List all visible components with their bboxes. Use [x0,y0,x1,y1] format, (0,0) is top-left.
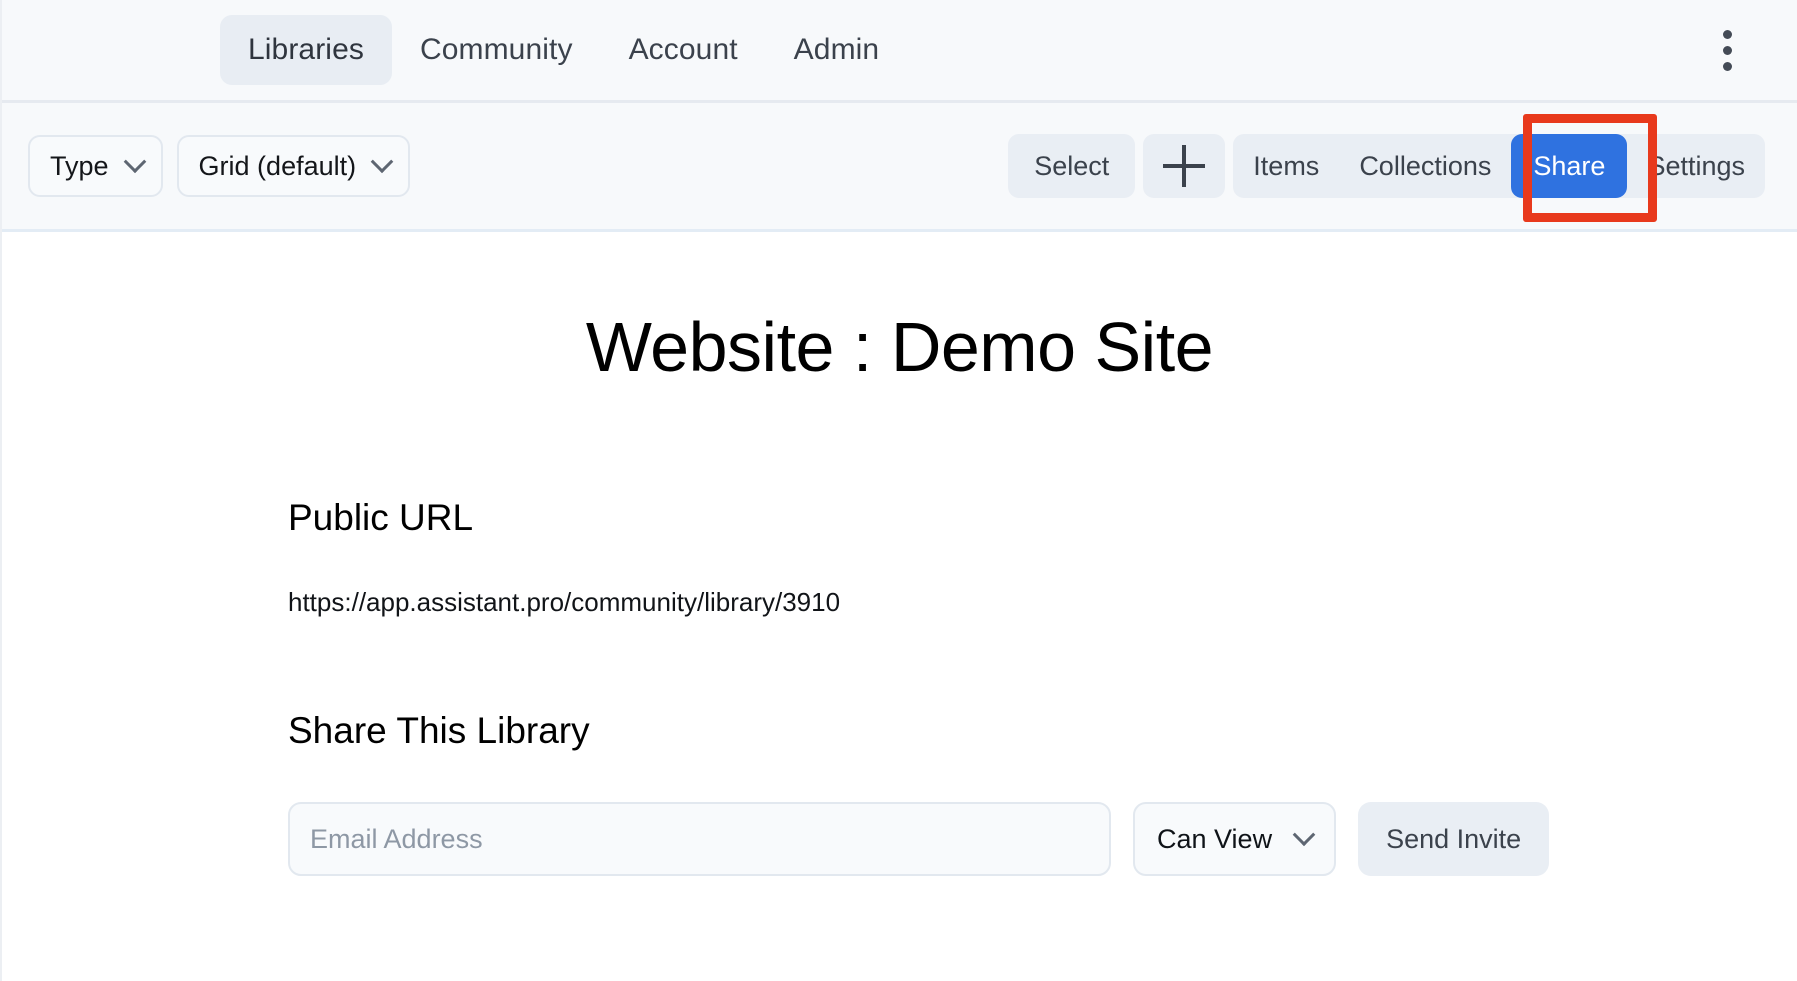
select-button-label: Select [1034,150,1110,181]
toolbar-right-group: Select Items Collections Share Settings [1008,134,1771,198]
layout-filter-label: Grid (default) [198,150,357,181]
permission-level-value: Can View [1157,823,1273,854]
kebab-dot [1722,29,1732,39]
segment-collections-label: Collections [1359,150,1492,181]
segment-items[interactable]: Items [1233,134,1339,198]
kebab-menu-icon[interactable] [1697,20,1757,80]
tab-community[interactable]: Community [392,15,601,85]
tab-account[interactable]: Account [601,15,766,85]
kebab-dot [1722,45,1732,55]
top-navigation-bar: Libraries Community Account Admin [2,0,1797,100]
send-invite-button[interactable]: Send Invite [1358,802,1550,876]
share-library-heading: Share This Library [288,710,590,751]
library-share-panel: Website : Demo Site Public URL https://a… [2,232,1797,978]
segment-settings[interactable]: Settings [1627,134,1765,198]
type-filter-dropdown[interactable]: Type [28,135,163,197]
select-button[interactable]: Select [1008,134,1136,198]
toolbar-left-group: Type Grid (default) [28,135,411,197]
email-address-input[interactable] [288,802,1111,876]
kebab-dot [1722,61,1732,71]
library-section-segmented-control: Items Collections Share Settings [1233,134,1765,198]
send-invite-label: Send Invite [1386,823,1522,854]
chevron-down-icon [370,150,394,174]
tab-libraries-label: Libraries [248,33,364,66]
share-invite-form: Can View Send Invite [288,802,1797,876]
tab-admin-label: Admin [793,33,880,66]
tab-community-label: Community [419,33,573,66]
share-sections: Public URL https://app.assistant.pro/com… [2,497,1797,876]
segment-collections[interactable]: Collections [1339,134,1511,198]
type-filter-label: Type [50,150,109,181]
plus-icon [1163,145,1206,187]
tab-libraries[interactable]: Libraries [220,15,392,85]
layout-filter-dropdown[interactable]: Grid (default) [176,135,411,197]
chevron-down-icon [123,150,146,174]
segment-share[interactable]: Share [1511,134,1628,198]
segment-settings-label: Settings [1647,150,1745,181]
tab-account-label: Account [628,33,738,66]
library-toolbar: Type Grid (default) Select Items Collect… [2,100,1797,232]
public-url-heading: Public URL [288,497,474,538]
chevron-down-icon [1292,823,1316,847]
app-root: Libraries Community Account Admin Type G… [0,0,1797,981]
add-button[interactable] [1143,134,1226,198]
segment-share-label: Share [1533,150,1606,181]
tab-admin[interactable]: Admin [766,15,908,85]
segment-items-label: Items [1253,150,1320,181]
permission-level-dropdown[interactable]: Can View [1133,802,1337,876]
public-url-value[interactable]: https://app.assistant.pro/community/libr… [288,587,1797,618]
page-title: Website : Demo Site [585,308,1214,386]
